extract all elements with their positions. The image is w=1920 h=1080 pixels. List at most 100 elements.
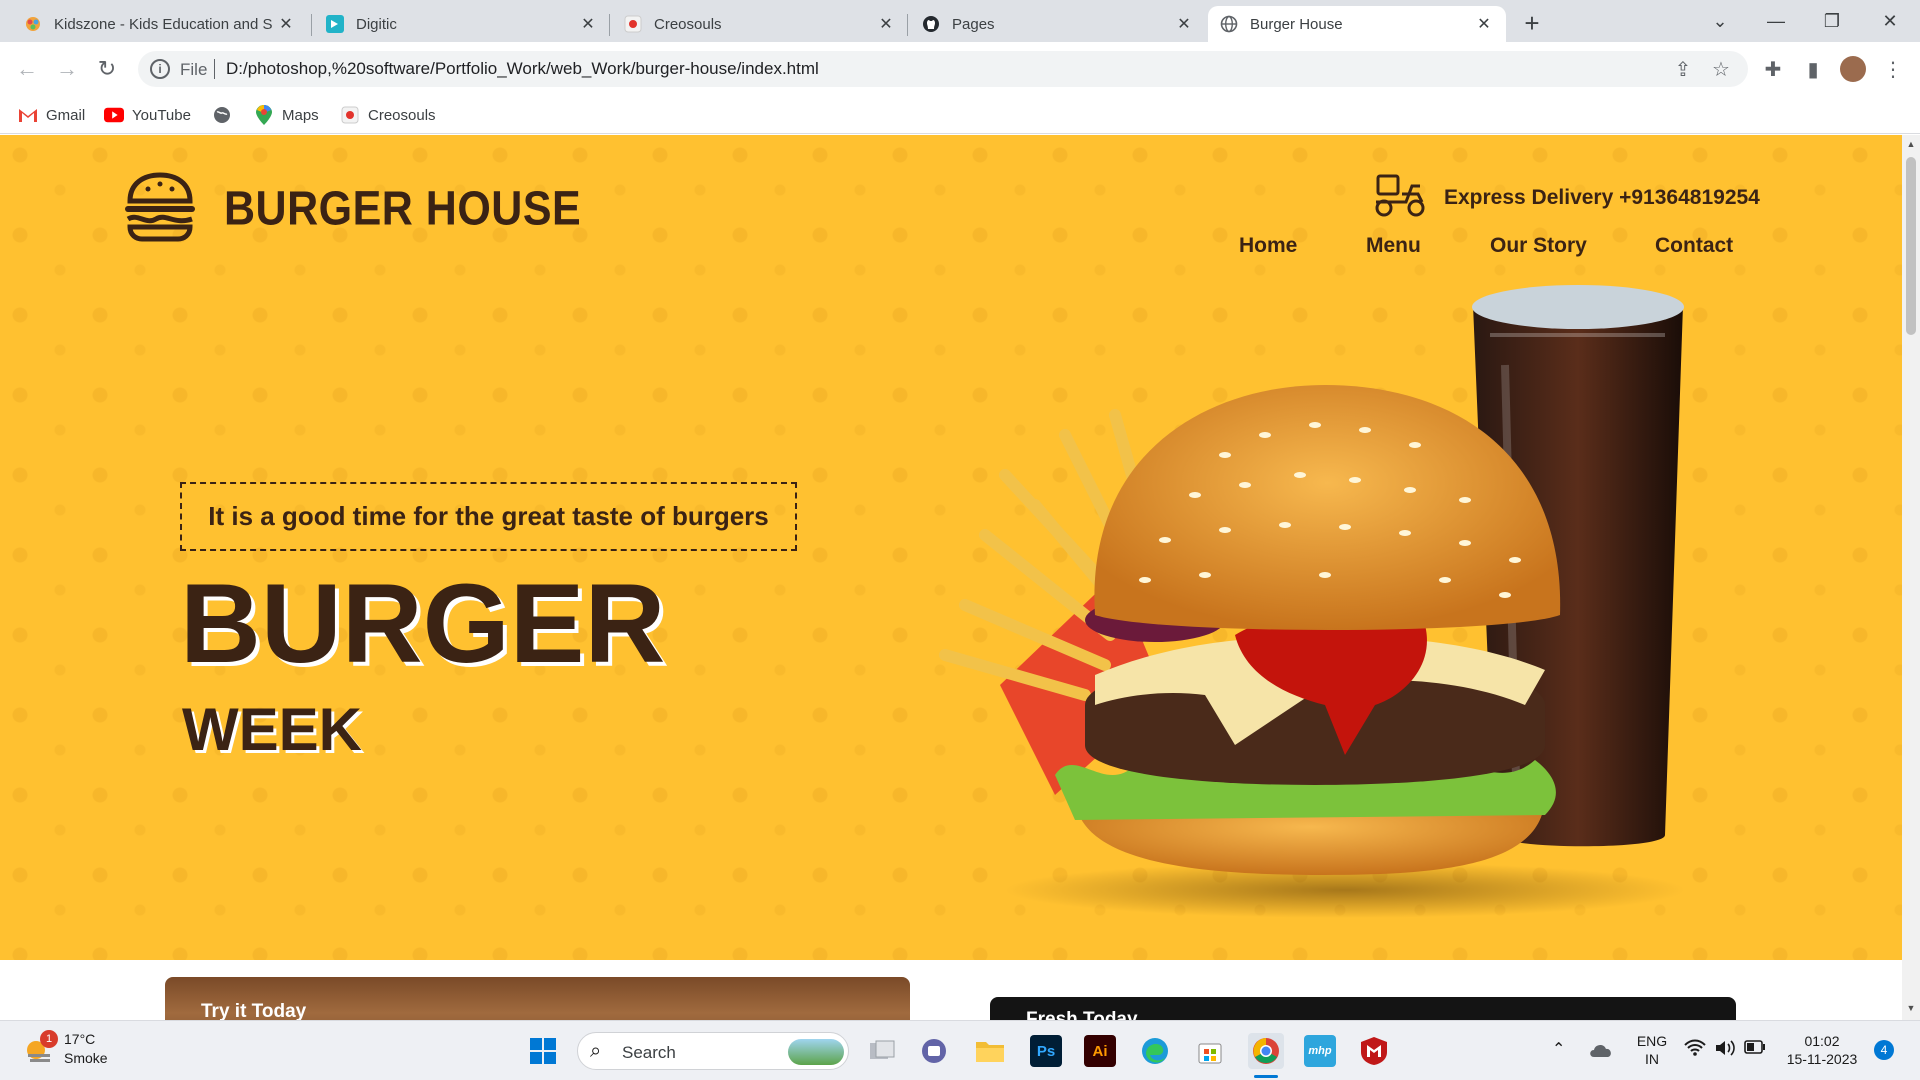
burger-combo-image	[939, 285, 1685, 918]
battery-icon[interactable]	[1744, 1040, 1766, 1059]
tab-digitic[interactable]: Digitic ✕	[314, 6, 610, 42]
promo-card-fresh-today[interactable]: Fresh Today	[990, 997, 1736, 1020]
tab-title: Digitic	[356, 15, 397, 33]
tab-burger-house[interactable]: Burger House ✕	[1208, 6, 1506, 42]
bookmark-creosouls[interactable]: Creosouls	[340, 104, 436, 126]
minimize-icon[interactable]: —	[1748, 0, 1804, 42]
close-tab-icon[interactable]: ✕	[1174, 14, 1194, 34]
github-icon	[922, 15, 940, 33]
bookmark-label: Maps	[282, 106, 319, 124]
weather-condition: Smoke	[64, 1050, 108, 1066]
brand-logo[interactable]: BURGER HOUSE	[122, 169, 581, 250]
address-bar[interactable]: i File D:/photoshop,%20software/Portfoli…	[138, 51, 1748, 87]
close-tab-icon[interactable]: ✕	[578, 14, 598, 34]
active-app-indicator	[1254, 1075, 1278, 1078]
delivery-scooter-icon	[1372, 172, 1426, 223]
windows-start-icon[interactable]	[527, 1035, 559, 1067]
clock[interactable]: 01:02 15-11-2023	[1782, 1032, 1862, 1068]
bookmark-label: YouTube	[132, 106, 191, 124]
file-explorer-icon[interactable]	[866, 1035, 898, 1067]
divider	[214, 59, 215, 79]
url-text[interactable]: D:/photoshop,%20software/Portfolio_Work/…	[226, 59, 819, 79]
tab-title: Creosouls	[654, 15, 722, 33]
nav-our-story[interactable]: Our Story	[1490, 234, 1587, 258]
scrollbar-thumb[interactable]	[1906, 157, 1916, 335]
tab-title: Pages	[952, 15, 995, 33]
bookmarks-bar: Gmail YouTube Maps Creosouls	[0, 96, 1920, 134]
clock-time: 01:02	[1804, 1033, 1840, 1049]
tab-title: Kidszone - Kids Education and S	[54, 15, 273, 33]
side-panel-icon[interactable]: ▮	[1800, 56, 1826, 82]
card-title: Try it Today	[201, 1001, 307, 1020]
forward-arrow-icon[interactable]: →	[52, 54, 82, 84]
globe-icon	[1220, 15, 1238, 33]
express-delivery: Express Delivery +91364819254	[1372, 172, 1760, 223]
notification-badge[interactable]: 4	[1874, 1040, 1894, 1060]
tab-divider	[609, 14, 610, 36]
hero-tagline: It is a good time for the great taste of…	[180, 482, 797, 551]
profile-avatar[interactable]	[1840, 56, 1866, 82]
bookmark-star-icon[interactable]: ☆	[1708, 56, 1734, 82]
tray-chevron-icon[interactable]: ⌃	[1552, 1039, 1565, 1059]
close-tab-icon[interactable]: ✕	[1474, 14, 1494, 34]
share-icon[interactable]: ⇪	[1670, 56, 1696, 82]
burger-logo-icon	[122, 169, 198, 250]
tab-kidszone[interactable]: Kidszone - Kids Education and S ✕	[12, 6, 308, 42]
restore-icon[interactable]: ❐	[1804, 0, 1860, 42]
scroll-up-icon[interactable]: ▲	[1906, 139, 1916, 149]
language-indicator[interactable]: ENG IN	[1634, 1032, 1670, 1068]
hero-headline: BURGER	[180, 561, 666, 686]
tab-strip: Kidszone - Kids Education and S ✕ Digiti…	[0, 0, 1920, 42]
wifi-icon[interactable]	[1684, 1039, 1706, 1062]
more-menu-icon[interactable]: ⋮	[1880, 56, 1906, 82]
youtube-icon	[104, 105, 124, 125]
tab-creosouls[interactable]: Creosouls ✕	[612, 6, 908, 42]
close-window-icon[interactable]: ✕	[1862, 0, 1918, 42]
extensions-puzzle-icon[interactable]: ✚	[1760, 56, 1786, 82]
nav-contact[interactable]: Contact	[1655, 234, 1733, 258]
chrome-icon[interactable]	[1248, 1033, 1284, 1069]
bookmark-maps[interactable]: Maps	[254, 104, 319, 126]
promo-card-try-it-today[interactable]: Try it Today	[165, 977, 910, 1020]
bookmark-gmail[interactable]: Gmail	[18, 104, 85, 126]
nav-menu[interactable]: Menu	[1366, 234, 1421, 258]
mhp-icon[interactable]: mhp	[1304, 1035, 1336, 1067]
hero-subheadline: WEEK	[182, 696, 362, 763]
browser-toolbar: ← → ↻ i File D:/photoshop,%20software/Po…	[0, 42, 1920, 96]
close-tab-icon[interactable]: ✕	[276, 14, 296, 34]
page-scrollbar[interactable]: ▲ ▼	[1902, 135, 1920, 1020]
photoshop-icon[interactable]: Ps	[1030, 1035, 1062, 1067]
creosouls-icon	[624, 15, 642, 33]
bookmark-globe[interactable]	[212, 104, 240, 126]
tab-divider	[907, 14, 908, 36]
illustrator-icon[interactable]: Ai	[1084, 1035, 1116, 1067]
card-title: Fresh Today	[1026, 1009, 1138, 1020]
globe-icon	[212, 105, 232, 125]
new-tab-icon[interactable]: +	[1518, 8, 1546, 38]
tab-divider	[311, 14, 312, 36]
site-info-icon[interactable]: i	[150, 59, 170, 79]
brand-name: BURGER HOUSE	[224, 182, 582, 236]
creosouls-icon	[340, 105, 360, 125]
url-scheme: File	[180, 60, 208, 79]
bookmark-youtube[interactable]: YouTube	[104, 104, 191, 126]
onedrive-cloud-icon[interactable]	[1588, 1039, 1614, 1061]
edge-icon[interactable]	[1139, 1035, 1171, 1067]
close-tab-icon[interactable]: ✕	[876, 14, 896, 34]
tab-search-chevron-icon[interactable]: ⌄	[1692, 0, 1748, 42]
store-icon[interactable]	[1194, 1035, 1226, 1067]
gmail-icon	[18, 105, 38, 125]
back-arrow-icon[interactable]: ←	[12, 54, 42, 84]
mcafee-icon[interactable]	[1358, 1035, 1390, 1067]
lang-top: ENG	[1636, 1033, 1668, 1049]
taskbar-search[interactable]: ⌕ Search	[577, 1032, 849, 1070]
weather-widget-icon[interactable]: 1	[22, 1030, 58, 1068]
tab-pages[interactable]: Pages ✕	[910, 6, 1206, 42]
reload-icon[interactable]: ↻	[92, 54, 122, 84]
scroll-down-icon[interactable]: ▼	[1906, 1003, 1916, 1013]
maps-pin-icon	[254, 105, 274, 125]
teams-icon[interactable]	[918, 1035, 950, 1067]
folder-icon[interactable]	[974, 1035, 1006, 1067]
volume-icon[interactable]	[1714, 1038, 1736, 1063]
nav-home[interactable]: Home	[1239, 234, 1297, 258]
